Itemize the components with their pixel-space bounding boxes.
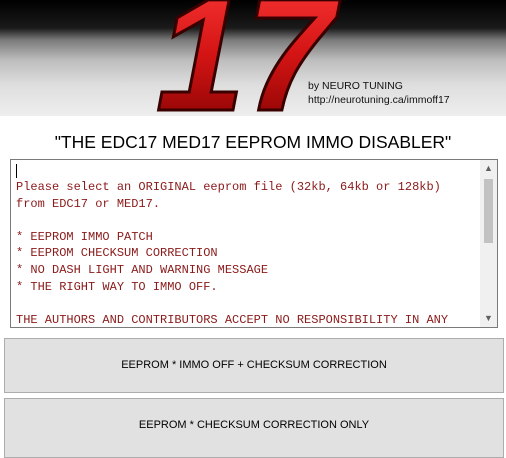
- page-title: "THE EDC17 MED17 EEPROM IMMO DISABLER": [54, 132, 452, 152]
- vertical-scrollbar[interactable]: ▲ ▼: [480, 160, 497, 327]
- credit-url: http://neurotuning.ca/immoff17: [308, 94, 450, 106]
- credit-block: by NEURO TUNING http://neurotuning.ca/im…: [308, 79, 450, 107]
- info-textarea[interactable]: Please select an ORIGINAL eeprom file (3…: [10, 159, 498, 328]
- info-line: from EDC17 or MED17.: [16, 196, 161, 211]
- header-banner: 17 by NEURO TUNING http://neurotuning.ca…: [0, 0, 506, 116]
- info-line: Please select an ORIGINAL eeprom file (3…: [16, 180, 441, 194]
- checksum-only-button[interactable]: EEPROM * CHECKSUM CORRECTION ONLY: [4, 398, 504, 458]
- text-caret: [16, 164, 17, 178]
- credit-author: by NEURO TUNING: [308, 80, 403, 92]
- info-text: Please select an ORIGINAL eeprom file (3…: [16, 179, 481, 327]
- info-line: THE AUTHORS AND CONTRIBUTORS ACCEPT NO R…: [16, 312, 449, 327]
- immo-off-checksum-button[interactable]: EEPROM * IMMO OFF + CHECKSUM CORRECTION: [4, 338, 504, 393]
- scroll-down-arrow-icon[interactable]: ▼: [480, 310, 497, 327]
- info-line: * THE RIGHT WAY TO IMMO OFF.: [16, 279, 218, 294]
- info-line: * EEPROM CHECKSUM CORRECTION: [16, 246, 218, 261]
- scroll-up-arrow-icon[interactable]: ▲: [480, 160, 497, 177]
- info-line: * EEPROM IMMO PATCH: [16, 229, 153, 244]
- info-line: * NO DASH LIGHT AND WARNING MESSAGE: [16, 262, 269, 277]
- scrollbar-thumb[interactable]: [484, 179, 493, 243]
